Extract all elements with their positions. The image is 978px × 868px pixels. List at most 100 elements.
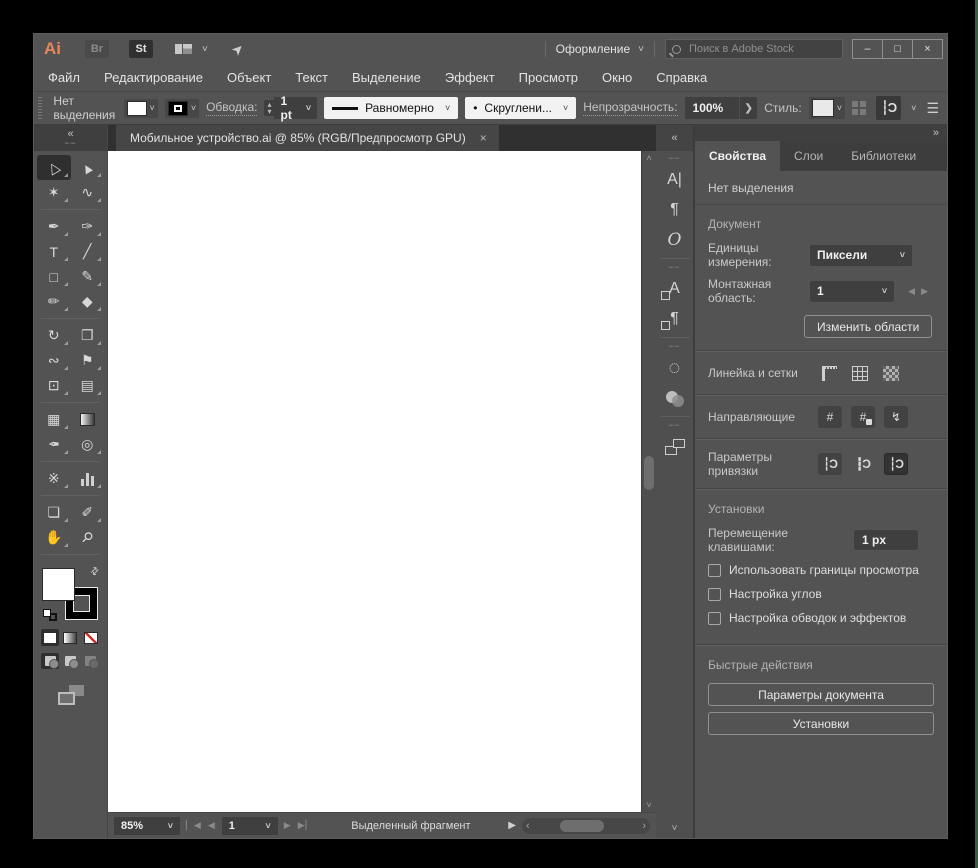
line-segment-tool[interactable]: ╱ xyxy=(71,239,105,264)
panel-dock-header[interactable]: » xyxy=(695,125,947,141)
vertical-scrollbar[interactable]: ˄ ˅ xyxy=(641,151,656,812)
dock-header[interactable]: « xyxy=(656,125,693,151)
paintbrush-tool[interactable]: ✎ xyxy=(71,264,105,289)
collapse-panel-icon[interactable]: » xyxy=(933,127,939,138)
fill-color-dropdown[interactable]: ˅ xyxy=(123,98,158,118)
opentype-panel-icon[interactable]: O xyxy=(660,225,690,255)
preferences-button[interactable]: Установки xyxy=(708,712,934,735)
opacity-expand-icon[interactable]: ❯ xyxy=(739,97,757,119)
scroll-left-icon[interactable]: ‹ xyxy=(526,820,530,832)
stock-button[interactable]: St xyxy=(129,40,153,58)
snap-to-grid-icon[interactable]: ┇Ɔ xyxy=(851,453,875,475)
gradient-tool[interactable] xyxy=(71,407,105,432)
curvature-tool[interactable]: ✑ xyxy=(71,214,105,239)
edit-artboards-button[interactable]: Изменить области xyxy=(804,315,933,338)
tab-layers[interactable]: Слои xyxy=(780,141,837,171)
menu-type[interactable]: Текст xyxy=(295,70,328,85)
shaper-tool[interactable]: ✏ xyxy=(37,289,71,314)
close-tab-icon[interactable]: × xyxy=(480,131,487,145)
first-artboard-icon[interactable]: ▏◀ xyxy=(186,820,202,831)
scale-tool[interactable]: ❐ xyxy=(71,323,105,348)
gradient-button[interactable] xyxy=(61,629,79,646)
preview-bounds-checkbox[interactable] xyxy=(708,563,721,577)
opacity-field[interactable]: 100% ❯ xyxy=(684,97,758,119)
snap-to-point-icon[interactable]: ┆Ɔ xyxy=(818,453,842,475)
horizontal-scrollbar[interactable]: ‹ › xyxy=(522,817,650,834)
workspace-chevron-icon[interactable]: ˅ xyxy=(202,44,208,55)
direct-selection-tool[interactable]: ▲ xyxy=(71,155,105,180)
selection-tool[interactable]: △ xyxy=(37,155,71,180)
fill-stroke-indicator[interactable]: ⇄ xyxy=(41,565,102,621)
nudge-input[interactable]: 1 px xyxy=(854,530,918,550)
transparency-grid-icon[interactable] xyxy=(880,363,902,383)
menu-file[interactable]: Файл xyxy=(48,70,80,85)
width-tool[interactable]: ∾ xyxy=(37,348,71,373)
screen-mode-button[interactable] xyxy=(57,685,84,705)
lock-guides-icon[interactable]: # xyxy=(851,406,875,428)
stroke-panel-link[interactable]: Обводка: xyxy=(206,100,258,116)
status-display[interactable]: Выделенный фрагмент xyxy=(320,820,503,832)
rotate-tool[interactable]: ↻ xyxy=(37,323,71,348)
menu-edit[interactable]: Редактирование xyxy=(104,70,203,85)
puppet-warp-tool[interactable]: ⚑ xyxy=(71,348,105,373)
none-button[interactable] xyxy=(82,629,100,646)
stepper-down-icon[interactable]: ▾ xyxy=(267,108,271,116)
color-button[interactable] xyxy=(41,629,60,646)
menu-effect[interactable]: Эффект xyxy=(445,70,495,85)
width-profile-dropdown[interactable]: Равномерно ˅ xyxy=(324,97,459,119)
chevron-down-icon[interactable]: ˅ xyxy=(911,103,916,113)
swap-fill-stroke-icon[interactable]: ⇄ xyxy=(88,565,102,579)
menu-window[interactable]: Окно xyxy=(602,70,632,85)
rulers-icon[interactable] xyxy=(818,363,840,383)
next-artboard-icon[interactable]: ▶ xyxy=(921,286,934,296)
scroll-right-icon[interactable]: › xyxy=(642,820,646,832)
close-button[interactable]: × xyxy=(912,39,943,59)
stroke-effects-checkbox[interactable] xyxy=(708,611,721,625)
brush-definition-dropdown[interactable]: • Скруглени... ˅ xyxy=(465,97,577,119)
units-dropdown[interactable]: Пиксели ˅ xyxy=(810,244,912,266)
workspace-switcher-icon[interactable] xyxy=(175,44,192,54)
menu-select[interactable]: Выделение xyxy=(352,70,421,85)
align-icon[interactable] xyxy=(851,101,866,115)
magic-wand-tool[interactable]: ✶ xyxy=(37,180,71,205)
graphic-style-dropdown[interactable]: ˅ xyxy=(808,97,845,119)
scroll-down-icon[interactable]: ˅ xyxy=(646,798,651,812)
preview-bounds-option[interactable]: Использовать границы просмотра xyxy=(695,558,947,582)
artboard-navigation-dropdown[interactable]: 1 ˅ xyxy=(221,816,278,835)
type-tool[interactable]: T xyxy=(37,239,71,264)
minimize-button[interactable]: – xyxy=(852,39,883,59)
previous-artboard-icon[interactable]: ◀ xyxy=(208,820,216,831)
menu-view[interactable]: Просмотр xyxy=(519,70,578,85)
corner-scaling-option[interactable]: Настройка углов xyxy=(695,582,947,606)
expand-dock-icon[interactable]: « xyxy=(671,132,677,143)
vertical-scroll-thumb[interactable] xyxy=(644,456,654,491)
stroke-panel-icon[interactable]: ◌ xyxy=(660,353,690,383)
search-input[interactable] xyxy=(687,42,836,56)
rectangle-tool[interactable]: □ xyxy=(37,264,71,289)
default-fill-stroke-icon[interactable] xyxy=(43,609,57,621)
draw-inside-button[interactable] xyxy=(82,653,100,669)
document-tab[interactable]: Мобильное устройство.ai @ 85% (RGB/Предп… xyxy=(116,125,499,151)
fill-proxy[interactable] xyxy=(42,568,75,601)
artboards-panel-icon[interactable] xyxy=(660,432,690,462)
adobe-stock-search[interactable] xyxy=(665,39,843,59)
character-styles-panel-icon[interactable]: A xyxy=(660,274,690,304)
previous-artboard-icon[interactable]: ◀ xyxy=(908,286,921,296)
paragraph-panel-icon[interactable]: ¶ xyxy=(660,195,690,225)
hand-tool[interactable]: ✋ xyxy=(37,525,71,550)
bridge-button[interactable]: Br xyxy=(85,40,109,58)
stroke-weight-stepper[interactable]: ▴ ▾ xyxy=(264,100,275,116)
pen-tool[interactable]: ✒ xyxy=(37,214,71,239)
menu-object[interactable]: Объект xyxy=(227,70,271,85)
collapse-icon[interactable]: « xyxy=(67,129,73,140)
horizontal-scroll-thumb[interactable] xyxy=(559,819,604,832)
document-setup-button[interactable]: Параметры документа xyxy=(708,683,934,706)
artboard-tool[interactable]: ❏ xyxy=(37,500,71,525)
panel-grip[interactable] xyxy=(38,97,43,119)
lasso-tool[interactable]: ∿ xyxy=(71,180,105,205)
snap-to-pixel-icon[interactable]: ┆Ɔ xyxy=(884,453,908,475)
opacity-panel-link[interactable]: Непрозрачность: xyxy=(583,100,678,116)
grid-icon[interactable] xyxy=(849,363,871,383)
tools-panel-header[interactable]: « ┉┉ xyxy=(34,125,107,151)
stroke-effects-option[interactable]: Настройка обводок и эффектов xyxy=(695,606,947,630)
